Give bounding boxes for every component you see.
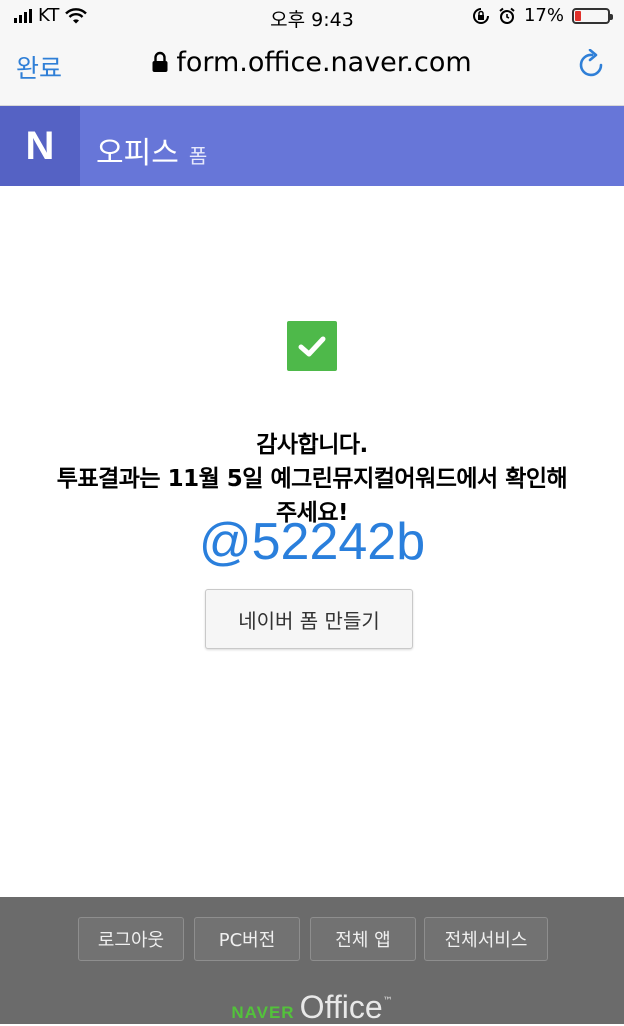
browser-bar: 완료 form.office.naver.com <box>0 32 624 106</box>
lock-icon <box>152 51 168 72</box>
status-right: 17% <box>472 5 613 26</box>
status-bar: KT 오후 9:43 17% <box>0 0 624 32</box>
check-icon <box>287 321 337 371</box>
logo-naver-text: NAVER <box>231 1003 295 1022</box>
battery-level <box>575 10 581 21</box>
battery-icon <box>572 7 613 24</box>
logout-button[interactable]: 로그아웃 <box>78 917 184 961</box>
logo-office-text: Office <box>299 989 383 1025</box>
naver-logo[interactable]: N <box>0 106 80 186</box>
reload-icon[interactable] <box>578 49 606 79</box>
create-form-button[interactable]: 네이버 폼 만들기 <box>205 589 413 649</box>
pc-version-button[interactable]: PC버전 <box>194 917 300 961</box>
message-line-2: 투표결과는 11월 5일 예그린뮤지컬어워드에서 확인해 <box>56 466 568 492</box>
header-title-text: 오피스 <box>96 136 179 171</box>
message-line-1: 감사합니다. <box>256 432 368 458</box>
watermark-handle: @52242b <box>198 513 426 571</box>
url-text: form.office.naver.com <box>176 47 472 78</box>
rotation-lock-icon <box>472 7 489 24</box>
battery-percent: 17% <box>523 5 564 26</box>
alarm-icon <box>499 7 515 24</box>
header-subtitle: 폼 <box>188 144 208 168</box>
header-title[interactable]: 오피스 폼 <box>96 128 207 172</box>
all-apps-button[interactable]: 전체 앱 <box>310 917 416 961</box>
all-services-button[interactable]: 전체서비스 <box>424 917 548 961</box>
footer: 로그아웃 PC버전 전체 앱 전체서비스 NAVER Office™ <box>0 897 624 1026</box>
app-header: N 오피스 폼 <box>0 106 624 186</box>
logo-tm: ™ <box>382 996 393 1007</box>
url-display[interactable]: form.office.naver.com <box>0 47 624 78</box>
naver-office-logo: NAVER Office™ <box>0 989 624 1026</box>
